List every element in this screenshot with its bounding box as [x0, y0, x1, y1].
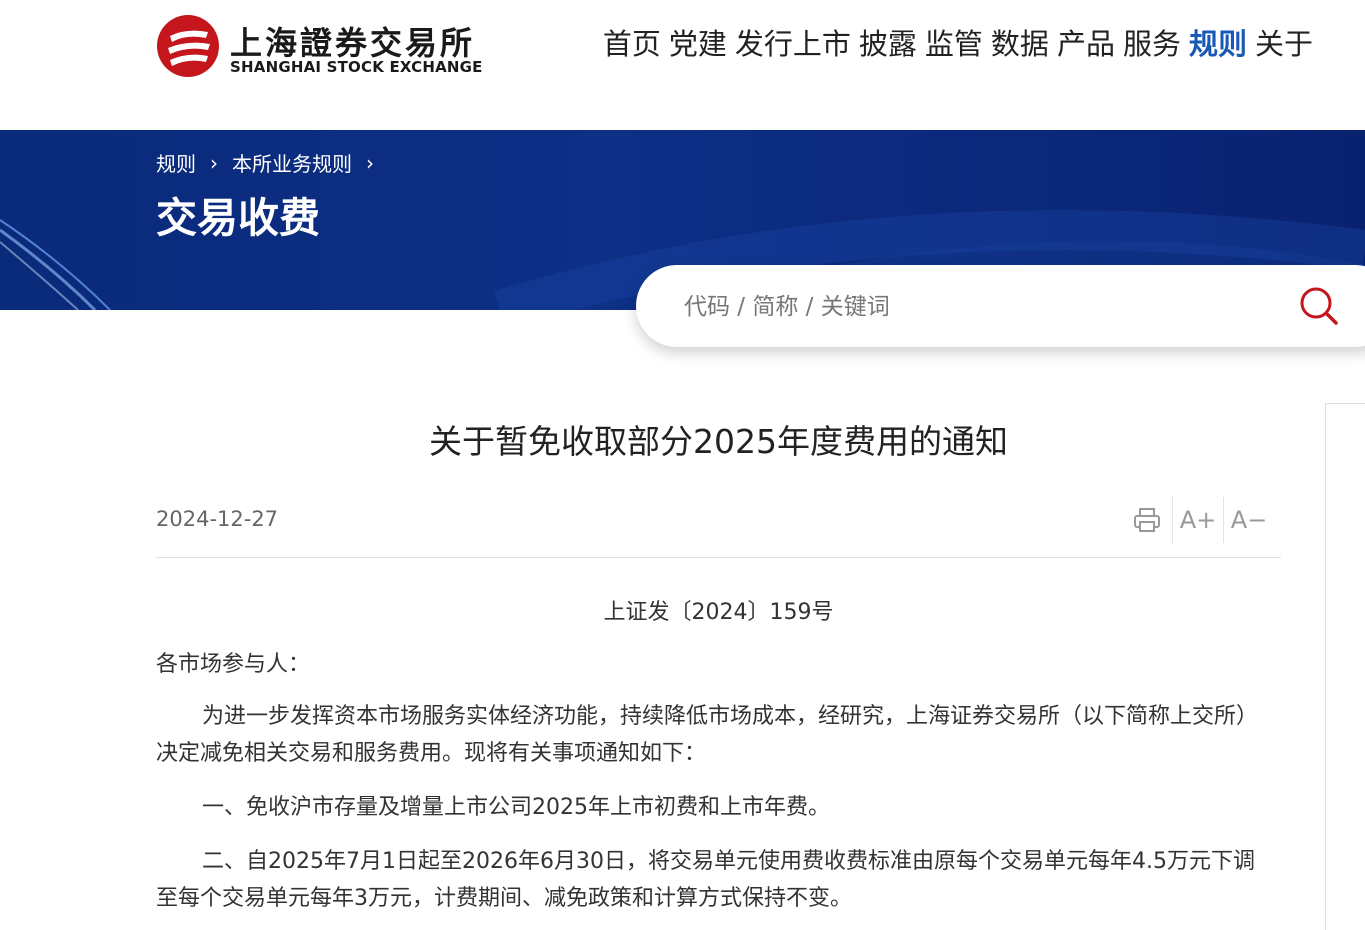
nav-item-listing[interactable]: 发行上市 [735, 24, 851, 64]
salutation: 各市场参与人： [156, 652, 311, 677]
page-title: 交易收费 [156, 194, 320, 242]
article-title: 关于暂免收取部分2025年度费用的通知 [429, 422, 1008, 461]
breadcrumb: 规则 › 本所业务规则 › [156, 148, 374, 177]
side-panel-border-top [1325, 403, 1365, 404]
search-icon [1300, 287, 1338, 325]
print-icon [1134, 508, 1160, 532]
increase-font-button[interactable]: A+ [1173, 497, 1223, 543]
site-header: 上海證券交易所 SHANGHAI STOCK EXCHANGE 首页 党建 发行… [0, 0, 1365, 130]
breadcrumb-rules[interactable]: 规则 [156, 148, 196, 177]
document-number: 上证发〔2024〕159号 [603, 600, 834, 625]
nav-item-products[interactable]: 产品 [1057, 24, 1115, 64]
nav-item-rules[interactable]: 规则 [1189, 24, 1247, 64]
article-paragraph: 二、自2025年7月1日起至2026年6月30日，将交易单元使用费收费标准由原每… [156, 849, 1255, 911]
article-tools: A+ A− [1122, 497, 1274, 543]
article-paragraph: 为进一步发挥资本市场服务实体经济功能，持续降低市场成本，经研究，上海证券交易所（… [156, 704, 1259, 766]
sse-logo-icon [157, 15, 219, 77]
chevron-right-icon: › [366, 150, 374, 175]
nav-item-regulation[interactable]: 监管 [925, 24, 983, 64]
title-divider [156, 557, 1281, 558]
nav-item-data[interactable]: 数据 [991, 24, 1049, 64]
sse-logo[interactable]: 上海證券交易所 SHANGHAI STOCK EXCHANGE [156, 14, 482, 80]
article-paragraph: 一、免收沪市存量及增量上市公司2025年上市初费和上市年费。 [202, 795, 830, 820]
search-button[interactable] [1298, 285, 1340, 327]
decrease-font-button[interactable]: A− [1224, 497, 1274, 543]
nav-item-home[interactable]: 首页 [603, 24, 661, 64]
side-panel-border [1325, 403, 1326, 930]
nav-item-party[interactable]: 党建 [669, 24, 727, 64]
nav-item-about[interactable]: 关于 [1255, 24, 1313, 64]
print-button[interactable] [1122, 497, 1172, 543]
breadcrumb-exchange-rules[interactable]: 本所业务规则 [232, 148, 352, 177]
nav-item-disclosure[interactable]: 披露 [859, 24, 917, 64]
chevron-right-icon: › [210, 150, 218, 175]
main-nav: 首页 党建 发行上市 披露 监管 数据 产品 服务 规则 关于 [603, 24, 1313, 64]
search-input[interactable] [682, 285, 1246, 329]
search-box [636, 265, 1365, 347]
logo-english-name: SHANGHAI STOCK EXCHANGE [230, 58, 483, 76]
nav-item-services[interactable]: 服务 [1123, 24, 1181, 64]
publish-date: 2024-12-27 [156, 507, 279, 531]
